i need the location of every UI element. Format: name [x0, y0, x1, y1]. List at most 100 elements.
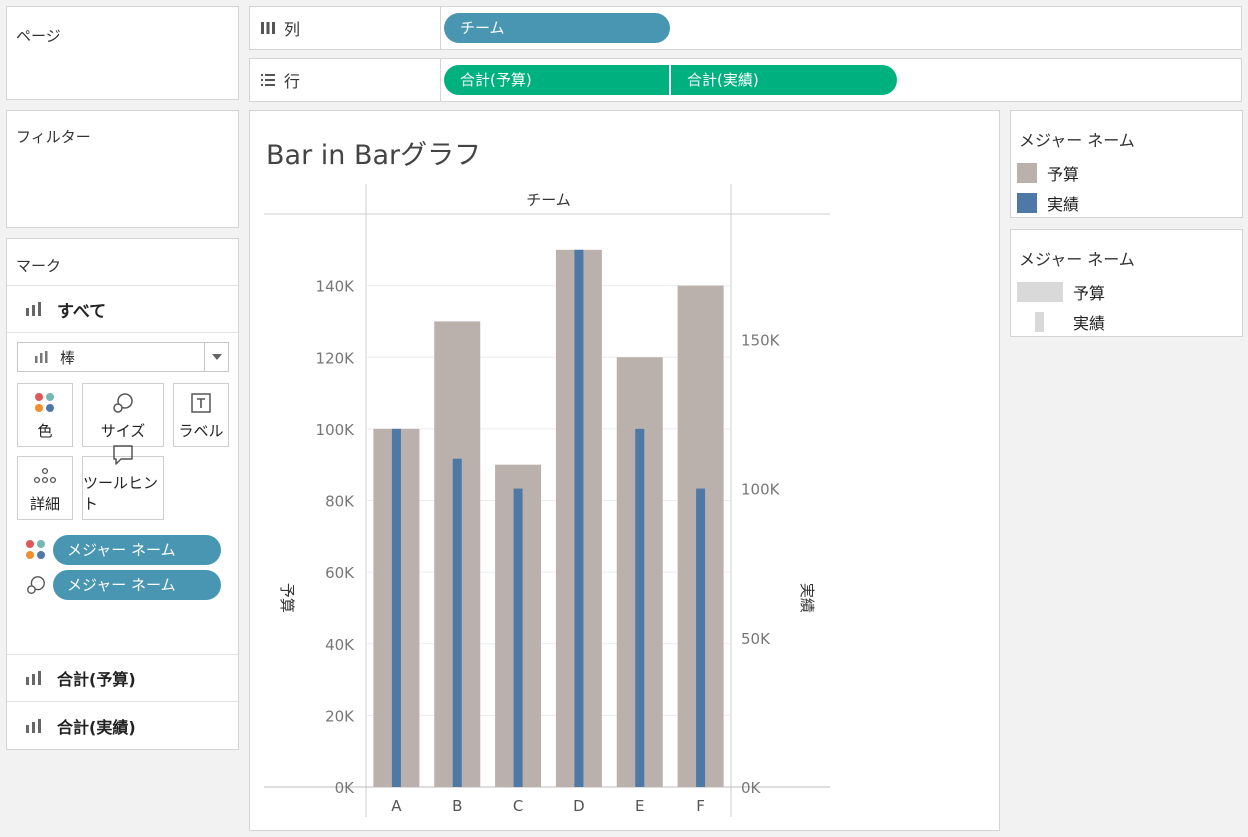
filters-shelf[interactable]: フィルター: [6, 110, 239, 228]
row-pill-actual[interactable]: 合計(実績): [671, 65, 897, 95]
marks-all-tab[interactable]: すべて: [7, 285, 238, 333]
bar-in-bar-chart: チーム 0K 20K 40K 60K 80K 100K 120K 140K 0K 50K 100K 15…: [264, 184, 830, 817]
right-axis-tick-label: 50K: [741, 630, 771, 648]
size-swatch-budget: [1017, 282, 1063, 302]
chevron-down-icon[interactable]: [204, 343, 228, 371]
category-label-B: B: [452, 797, 462, 815]
left-axis-title: 予算: [278, 583, 296, 613]
legend-label-actual: 実績: [1047, 195, 1080, 214]
rows-drop-area[interactable]: 合計(予算) 合計(実績): [440, 59, 1241, 101]
filters-shelf-title: フィルター: [16, 128, 91, 146]
left-axis-tick-label: 120K: [316, 349, 356, 367]
axes-layer: チーム 0K 20K 40K 60K 80K 100K 120K 140K 0K 50K 100K 15…: [278, 191, 816, 815]
worksheet-view: Bar in Barグラフ チーム 0K 20K 40K 60K 80K 100K 120K 1…: [249, 110, 1000, 831]
left-axis-tick-label: 0K: [335, 779, 356, 797]
marks-all-label: すべて: [57, 301, 107, 322]
bar-actual-B: [452, 458, 462, 787]
color-legend-item-budget[interactable]: 予算: [1017, 161, 1079, 185]
legend-swatch-actual: [1017, 193, 1037, 213]
size-swatch-actual: [1035, 312, 1044, 332]
bar-mark-icon: [35, 351, 48, 363]
color-legend-title: メジャー ネーム: [1019, 131, 1135, 150]
columns-drop-area[interactable]: チーム: [440, 7, 1241, 49]
tooltip-button-label: ツールヒント: [83, 474, 159, 513]
left-axis-tick-label: 60K: [325, 564, 355, 582]
bar-actual-C: [513, 488, 523, 787]
rows-icon: [261, 74, 275, 86]
bar-mark-icon: [26, 302, 41, 316]
marks-budget-tab[interactable]: 合計(予算): [7, 654, 238, 702]
left-axis-tick-label: 140K: [316, 278, 356, 296]
columns-shelf-label: 列: [284, 20, 301, 39]
bar-actual-A: [391, 428, 401, 787]
size-legend-item-actual[interactable]: 実績: [1017, 310, 1105, 334]
legend-label-budget: 予算: [1047, 165, 1080, 184]
size-legend-title: メジャー ネーム: [1019, 250, 1135, 269]
column-pill-team[interactable]: チーム: [444, 13, 670, 43]
size-button[interactable]: サイズ: [82, 383, 164, 447]
category-label-D: D: [573, 797, 585, 815]
right-axis-tick-label: 150K: [741, 331, 781, 349]
size-field-row: メジャー ネーム: [25, 570, 221, 600]
category-label-F: F: [696, 797, 705, 815]
rows-shelf[interactable]: 行 合計(予算) 合計(実績): [249, 58, 1242, 102]
color-legend-item-actual[interactable]: 実績: [1017, 191, 1079, 215]
size-field-pill[interactable]: メジャー ネーム: [53, 570, 221, 600]
columns-shelf-label-wrap: 列: [260, 16, 300, 40]
category-label-A: A: [391, 797, 402, 815]
size-label-actual: 実績: [1073, 314, 1106, 333]
right-axis-title: 実績: [798, 583, 816, 613]
tooltip-bubble-icon: [112, 444, 134, 466]
rows-shelf-label-wrap: 行: [260, 68, 300, 92]
bar-actual-E: [635, 428, 645, 787]
color-palette-icon: [34, 392, 56, 414]
left-axis-tick-label: 80K: [325, 493, 355, 511]
rows-shelf-label: 行: [284, 72, 301, 91]
bar-mark-icon: [26, 719, 41, 733]
category-label-E: E: [635, 797, 644, 815]
legend-swatch-budget: [1017, 163, 1037, 183]
marks-card-title: マーク: [16, 257, 62, 275]
size-button-label: サイズ: [100, 422, 146, 440]
size-label-budget: 予算: [1073, 284, 1106, 303]
category-label-C: C: [513, 797, 523, 815]
size-icon: [111, 392, 135, 414]
label-button[interactable]: ラベル: [173, 383, 229, 447]
mark-type-label: 棒: [60, 348, 76, 367]
column-header-team: チーム: [526, 191, 571, 209]
marks-actual-label: 合計(実績): [57, 718, 136, 737]
detail-dots-icon: [33, 465, 57, 487]
detail-button-label: 詳細: [29, 495, 60, 513]
pages-shelf-title: ページ: [16, 27, 61, 45]
color-button-label: 色: [37, 422, 53, 440]
bar-actual-D: [574, 249, 584, 787]
right-axis-tick-label: 0K: [741, 779, 762, 797]
right-axis-tick-label: 100K: [741, 481, 781, 499]
detail-button[interactable]: 詳細: [17, 456, 73, 520]
marks-budget-label: 合計(予算): [57, 670, 136, 689]
color-palette-icon: [26, 540, 45, 559]
left-axis-tick-label: 40K: [325, 636, 355, 654]
size-legend: メジャー ネーム 予算 実績: [1010, 229, 1243, 337]
text-label-icon: [191, 392, 211, 414]
bars-layer: [373, 249, 724, 787]
columns-shelf[interactable]: 列 チーム: [249, 6, 1242, 50]
label-button-label: ラベル: [178, 422, 224, 440]
bar-actual-F: [696, 488, 706, 787]
left-axis-tick-label: 100K: [316, 421, 356, 439]
pages-shelf[interactable]: ページ: [6, 6, 239, 100]
color-legend: メジャー ネーム 予算 実績: [1010, 110, 1243, 218]
bar-mark-icon: [26, 671, 41, 685]
marks-card: マーク すべて 棒 色 サイズ ラベル 詳細 ツールヒント メジャー ネーム メ…: [6, 238, 239, 750]
size-icon: [27, 576, 45, 594]
mark-type-dropdown[interactable]: 棒: [17, 342, 229, 372]
color-field-pill[interactable]: メジャー ネーム: [53, 535, 221, 565]
color-field-row: メジャー ネーム: [25, 535, 221, 565]
tooltip-button[interactable]: ツールヒント: [82, 445, 164, 520]
row-pill-budget[interactable]: 合計(予算): [444, 65, 669, 95]
left-axis-tick-label: 20K: [325, 707, 355, 725]
color-button[interactable]: 色: [17, 383, 73, 447]
marks-actual-tab[interactable]: 合計(実績): [7, 702, 238, 750]
size-swatch-actual-wrap: [1017, 312, 1063, 332]
size-legend-item-budget[interactable]: 予算: [1017, 280, 1105, 304]
